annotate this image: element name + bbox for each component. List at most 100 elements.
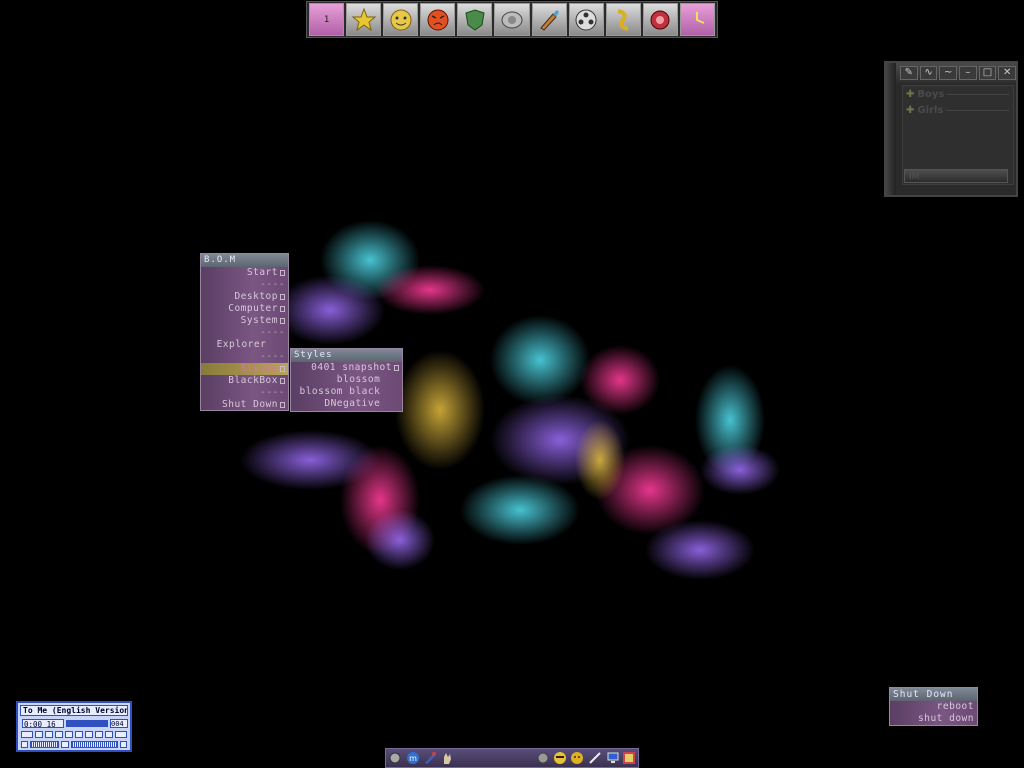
menu-item-shut-down-now[interactable]: shut down (890, 713, 977, 725)
desktop-wallpaper (240, 220, 780, 580)
close-button[interactable]: ✕ (998, 66, 1017, 80)
im-contact-window: ✎ ∿ ~ – □ ✕ ✚ Boys ✚ Girls IM (884, 61, 1018, 197)
menu-item-label: Shut Down (222, 399, 278, 410)
menu-item-label: blossom black (299, 386, 381, 397)
menu-item-shut-down[interactable]: Shut Down (201, 399, 288, 411)
submenu-arrow-icon (394, 365, 399, 371)
menu-item-label: Explorer (216, 339, 267, 350)
styles-submenu: Styles 0401 snapshot blossom blossom bla… (290, 348, 403, 412)
menu-separator: ---- (201, 351, 288, 363)
brush-icon[interactable] (531, 3, 567, 36)
chat-icon[interactable]: ∿ (919, 66, 938, 80)
expand-icon: ✚ (906, 104, 915, 116)
volume-slider[interactable] (30, 741, 60, 748)
film-reel-icon[interactable] (568, 3, 604, 36)
sunglasses-smiley-icon[interactable] (553, 751, 567, 765)
shield-icon[interactable] (457, 3, 493, 36)
eq-button[interactable] (35, 731, 43, 738)
pen-tray-icon[interactable] (423, 751, 437, 765)
expand-icon: ✚ (906, 88, 915, 100)
contact-group-boys[interactable]: ✚ Boys (903, 86, 1013, 102)
bom-menu-title: B.O.M (201, 254, 288, 267)
bom-root-menu: B.O.M Start ---- Desktop Computer System… (200, 253, 289, 411)
workspace-number: 1 (323, 14, 330, 25)
next-button[interactable] (85, 731, 93, 738)
gear-flower-icon[interactable] (642, 3, 678, 36)
balance-slider[interactable] (70, 741, 118, 748)
wave-icon[interactable]: ~ (939, 66, 958, 80)
style-item-0401-snapshot[interactable]: 0401 snapshot (291, 362, 402, 374)
submenu-arrow-icon (280, 378, 285, 384)
style-item-dnegative[interactable]: DNegative (291, 398, 402, 410)
stop-button[interactable] (75, 731, 83, 738)
menu-item-start[interactable]: Start (201, 267, 288, 279)
menu-item-explorer[interactable]: Explorer (201, 339, 288, 351)
repeat-button[interactable] (105, 731, 113, 738)
minimize-button[interactable]: – (959, 66, 977, 80)
menu-item-label: Desktop (234, 291, 278, 302)
player-track-number: 004 (110, 719, 128, 728)
app-tray-icon[interactable] (622, 751, 636, 765)
system-tray-bar: m (385, 748, 639, 768)
menu-item-reboot[interactable]: reboot (890, 701, 977, 713)
smiley-icon[interactable] (383, 3, 419, 36)
menu-separator: ---- (201, 327, 288, 339)
menu-item-system[interactable]: System (201, 315, 288, 327)
network-tray-icon[interactable] (536, 751, 550, 765)
shuffle-button[interactable] (119, 741, 127, 748)
style-item-blossom-black[interactable]: blossom black (291, 386, 402, 398)
menu-item-label: BlackBox (228, 375, 278, 386)
monitor-tray-icon[interactable] (606, 751, 620, 765)
edit-icon[interactable]: ✎ (900, 66, 918, 80)
menu-item-label: Computer (228, 303, 278, 314)
star-icon[interactable] (346, 3, 382, 36)
shutdown-menu-title: Shut Down (890, 688, 977, 701)
submenu-arrow-icon (280, 366, 285, 372)
menu-item-label: Styles (240, 363, 278, 374)
menu-item-computer[interactable]: Computer (201, 303, 288, 315)
messenger-tray-icon[interactable]: m (406, 751, 420, 765)
submenu-arrow-icon (280, 402, 285, 408)
player-track-title: To Me (English Version (20, 705, 128, 716)
media-player: To Me (English Version 0:00 16 004 (16, 701, 132, 752)
submenu-arrow-icon (280, 294, 285, 300)
angry-face-icon[interactable] (420, 3, 456, 36)
submenu-arrow-icon (280, 270, 285, 276)
hand-tray-icon[interactable] (440, 751, 454, 765)
pause-button[interactable] (65, 731, 73, 738)
shutdown-menu: Shut Down reboot shut down (889, 687, 978, 726)
eject-button[interactable] (115, 731, 127, 738)
menu-item-label: 0401 snapshot (311, 362, 392, 373)
menu-item-label: blossom (336, 374, 381, 385)
im-window-toolbar: ✎ ∿ ~ – □ ✕ (886, 63, 1017, 83)
player-seek-bar[interactable] (66, 720, 108, 727)
maximize-button[interactable]: □ (978, 66, 997, 80)
group-label: Boys (917, 88, 945, 100)
play-button[interactable] (55, 731, 63, 738)
im-status-field[interactable]: IM (904, 169, 1008, 183)
workspace-pager-icon[interactable]: 1 (309, 3, 345, 36)
top-dock: 1 (306, 1, 718, 38)
menu-separator: ---- (201, 279, 288, 291)
submenu-arrow-icon (280, 306, 285, 312)
playlist-button[interactable] (21, 731, 33, 738)
mute-icon[interactable] (21, 741, 29, 748)
menu-item-blackbox[interactable]: BlackBox (201, 375, 288, 387)
bone-tray-icon[interactable] (588, 751, 602, 765)
ribbon-icon[interactable] (605, 3, 641, 36)
menu-separator: ---- (201, 387, 288, 399)
menu-item-label: DNegative (324, 398, 381, 409)
contact-group-girls[interactable]: ✚ Girls (903, 102, 1013, 118)
player-sliders (21, 741, 127, 748)
prev-button[interactable] (45, 731, 53, 738)
balance-icon[interactable] (61, 741, 69, 748)
open-button[interactable] (95, 731, 103, 738)
menu-item-styles[interactable]: Styles (201, 363, 288, 375)
smiley-tray-icon[interactable] (570, 751, 584, 765)
drive-icon[interactable] (494, 3, 530, 36)
clock-icon[interactable] (679, 3, 716, 36)
im-window-side-handle[interactable] (886, 63, 896, 195)
style-item-blossom[interactable]: blossom (291, 374, 402, 386)
menu-item-desktop[interactable]: Desktop (201, 291, 288, 303)
gear-tray-icon[interactable] (388, 751, 402, 765)
